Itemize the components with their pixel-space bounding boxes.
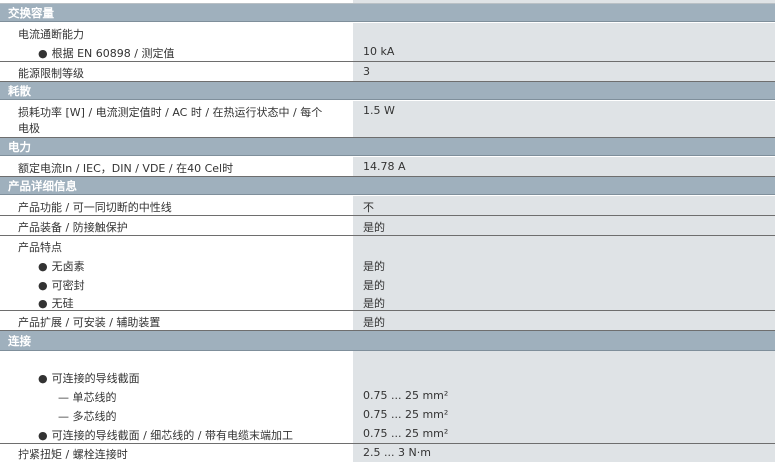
spec-row-halogen: ● 无卤素 是的 bbox=[0, 255, 775, 274]
spec-label: — 多芯线的 bbox=[58, 410, 117, 423]
section-header-consumption: 耗散 bbox=[0, 82, 775, 100]
spec-row-torque: 拧紧扭矩 / 螺栓连接时 2.5 ... 3 N·m bbox=[0, 444, 775, 462]
bullet-icon: ● bbox=[38, 372, 48, 385]
spec-label: 可连接的导线截面 bbox=[51, 372, 140, 385]
spec-value: 是的 bbox=[363, 279, 385, 292]
spec-row-equip: 产品装备 / 防接触保护 是的 bbox=[0, 216, 775, 236]
spec-label: 无硅 bbox=[51, 297, 74, 310]
spec-row-fine: ● 可连接的导线截面 / 细芯线的 / 带有电缆末端加工 0.75 ... 25 … bbox=[0, 424, 775, 444]
spec-row-single: — 单芯线的 0.75 ... 25 mm² bbox=[0, 386, 775, 405]
spec-sheet: 交换容量 电流通断能力 ● 根据 EN 60898 / 测定值 10 kA 能源限… bbox=[0, 0, 775, 462]
spec-label: 可密封 bbox=[51, 279, 85, 292]
bullet-icon: ● bbox=[38, 260, 48, 273]
spec-value: 1.5 W bbox=[363, 104, 395, 117]
bullet-icon: ● bbox=[38, 279, 48, 292]
spec-row-en60898: ● 根据 EN 60898 / 测定值 10 kA bbox=[0, 42, 775, 62]
spec-label: — 单芯线的 bbox=[58, 391, 117, 404]
bullet-icon: ● bbox=[38, 297, 48, 310]
spec-value: 3 bbox=[363, 65, 370, 78]
spec-value: 0.75 ... 25 mm² bbox=[363, 427, 449, 440]
section-header-power: 电力 bbox=[0, 138, 775, 156]
spec-label: 损耗功率 [W] / 电流测定值时 / AC 时 / 在热运行状态中 / 每个 bbox=[18, 106, 323, 119]
spec-row-function: 产品功能 / 可一同切断的中性线 不 bbox=[0, 196, 775, 216]
spec-row-loss: 损耗功率 [W] / 电流测定值时 / AC 时 / 在热运行状态中 / 每个 … bbox=[0, 101, 775, 138]
spec-row-features: 产品特点 bbox=[0, 236, 775, 255]
spec-value: 2.5 ... 3 N·m bbox=[363, 446, 431, 459]
spec-row-rated: 额定电流In / IEC，DIN / VDE / 在40 Cel时 14.78 … bbox=[0, 157, 775, 177]
section-title: 耗散 bbox=[8, 84, 31, 98]
spec-label: 产品功能 / 可一同切断的中性线 bbox=[18, 201, 172, 214]
bullet-icon: ● bbox=[38, 47, 48, 60]
spec-label: 无卤素 bbox=[51, 260, 85, 273]
section-title: 交换容量 bbox=[8, 6, 54, 20]
spec-row-silicone: ● 无硅 是的 bbox=[0, 293, 775, 311]
spec-label: 拧紧扭矩 / 螺栓连接时 bbox=[18, 448, 128, 461]
spec-value: 0.75 ... 25 mm² bbox=[363, 389, 449, 402]
spec-value: 不 bbox=[363, 201, 374, 214]
spec-row-spacer bbox=[0, 351, 775, 367]
spec-value: 0.75 ... 25 mm² bbox=[363, 408, 449, 421]
section-header-connection: 连接 bbox=[0, 331, 775, 351]
spec-row-multi: — 多芯线的 0.75 ... 25 mm² bbox=[0, 405, 775, 424]
spec-row-energy: 能源限制等级 3 bbox=[0, 62, 775, 82]
section-title: 电力 bbox=[8, 140, 31, 154]
spec-row-breaking: 电流通断能力 bbox=[0, 23, 775, 42]
spec-label: 产品特点 bbox=[18, 241, 62, 254]
spec-value: 是的 bbox=[363, 260, 385, 273]
spec-value: 10 kA bbox=[363, 45, 395, 58]
bullet-icon: ● bbox=[38, 429, 48, 442]
spec-label: 产品装备 / 防接触保护 bbox=[18, 221, 128, 234]
spec-row-extension: 产品扩展 / 可安装 / 辅助装置 是的 bbox=[0, 311, 775, 331]
spec-value: 14.78 A bbox=[363, 160, 406, 173]
spec-label: 产品扩展 / 可安装 / 辅助装置 bbox=[18, 316, 161, 329]
spec-label: 根据 EN 60898 / 测定值 bbox=[51, 47, 175, 60]
spec-label: 电极 bbox=[18, 122, 40, 135]
spec-label: 额定电流In / IEC，DIN / VDE / 在40 Cel时 bbox=[18, 162, 234, 175]
spec-value: 是的 bbox=[363, 221, 385, 234]
section-header-switching: 交换容量 bbox=[0, 4, 775, 22]
spec-label: 能源限制等级 bbox=[18, 67, 84, 80]
section-title: 产品详细信息 bbox=[8, 179, 77, 193]
spec-label: 电流通断能力 bbox=[18, 28, 84, 41]
spec-row-sealable: ● 可密封 是的 bbox=[0, 274, 775, 293]
spec-value: 是的 bbox=[363, 297, 385, 310]
spec-row-cross: ● 可连接的导线截面 bbox=[0, 367, 775, 386]
section-title: 连接 bbox=[8, 334, 31, 348]
spec-label: 可连接的导线截面 / 细芯线的 / 带有电缆末端加工 bbox=[51, 429, 294, 442]
spec-value: 是的 bbox=[363, 316, 385, 329]
section-header-product: 产品详细信息 bbox=[0, 177, 775, 195]
